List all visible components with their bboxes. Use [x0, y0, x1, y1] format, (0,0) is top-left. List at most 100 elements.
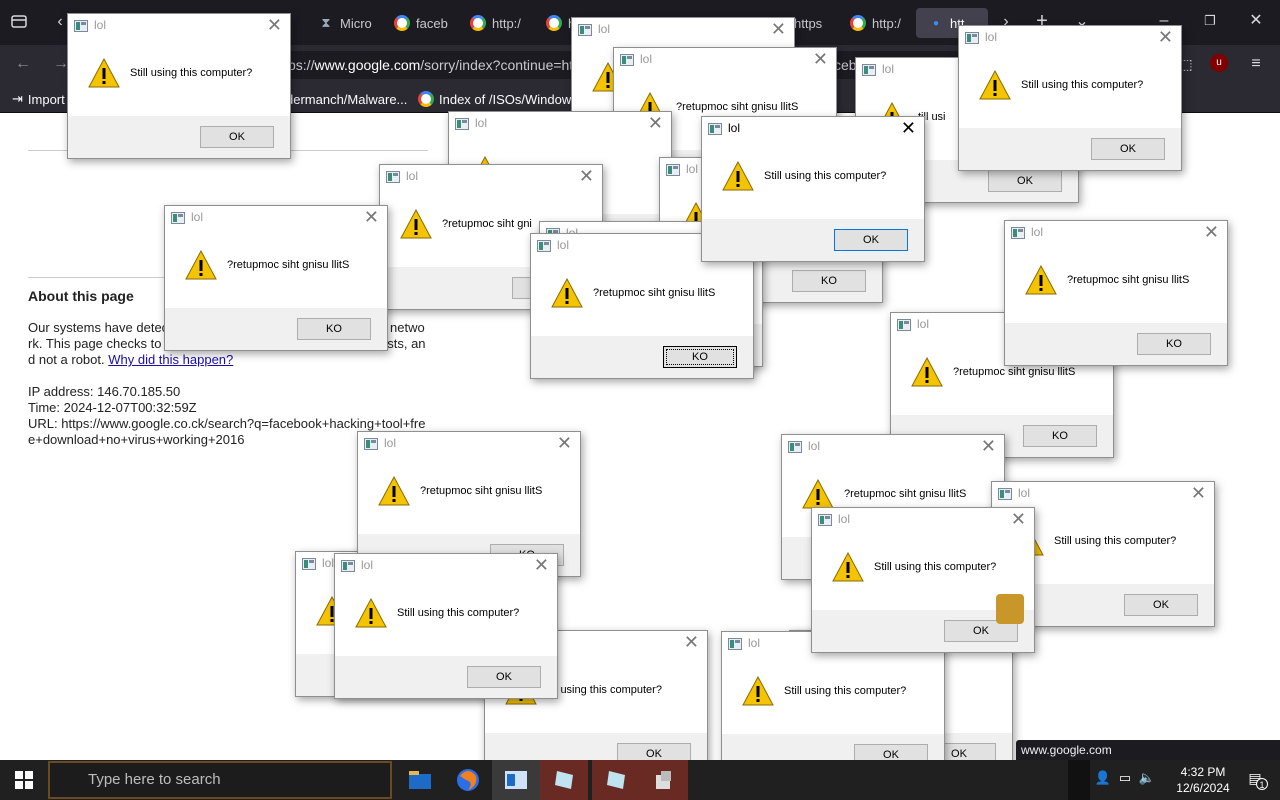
warning-icon — [1025, 264, 1057, 295]
dialog-titlebar[interactable]: lol ✕ — [380, 165, 602, 189]
warning-icon — [722, 160, 754, 191]
dialog-message: ?retupmoc siht gnisu llitS — [844, 488, 967, 500]
close-icon[interactable]: ✕ — [684, 632, 699, 652]
close-icon[interactable]: ✕ — [1191, 483, 1206, 503]
close-icon[interactable]: ✕ — [771, 19, 786, 39]
scroll-tabs-left-icon[interactable]: ‹ — [52, 11, 68, 33]
dialog-titlebar[interactable]: lol ✕ — [449, 112, 671, 136]
dialog-message: Still using this computer? — [874, 561, 997, 573]
close-icon[interactable]: ✕ — [267, 15, 282, 35]
app-icon — [537, 240, 551, 252]
dialog-titlebar[interactable]: lol ✕ — [165, 206, 387, 230]
ok-button[interactable]: KO — [792, 270, 866, 292]
app-icon — [788, 441, 802, 453]
body-line-1: Our systems have detec — [28, 320, 169, 335]
time-line: Time: 2024-12-07T00:32:59Z — [28, 400, 197, 415]
menu-icon[interactable]: ≡ — [1246, 53, 1266, 75]
close-icon[interactable]: ✕ — [1158, 27, 1173, 47]
ok-button[interactable]: OK — [200, 126, 274, 148]
ublock-icon[interactable]: u — [1210, 54, 1228, 72]
back-icon[interactable]: ← — [12, 53, 34, 75]
volume-icon[interactable]: 🔈 — [1138, 770, 1156, 788]
file-explorer-app[interactable] — [396, 760, 444, 800]
message-dialog[interactable]: lol ✕ ?retupmoc siht gnisu llitS KO — [164, 205, 388, 351]
close-icon[interactable]: ✕ — [557, 433, 572, 453]
tab-overview-icon[interactable] — [8, 12, 30, 37]
message-dialog[interactable]: lol✕ Still using this computer? OK — [958, 25, 1182, 171]
close-icon[interactable]: ✕ — [534, 555, 549, 575]
dialog-footer: OK — [68, 116, 290, 158]
dialog-message: ?retupmoc siht gnisu llitS — [420, 485, 543, 497]
dialog-titlebar[interactable]: lol ✕ — [335, 554, 557, 578]
close-icon[interactable]: ✕ — [813, 49, 828, 69]
close-icon[interactable]: ✕ — [579, 166, 594, 186]
bookmark-malware[interactable]: dermanch/Malware... — [286, 89, 407, 109]
dialog-titlebar[interactable]: lol ✕ — [702, 117, 924, 141]
loading-icon: ● — [932, 17, 940, 29]
close-icon[interactable]: ✕ — [648, 113, 663, 133]
message-dialog[interactable]: lol✕Still using this computer?OK — [811, 507, 1035, 653]
ok-button[interactable]: KO — [297, 318, 371, 340]
dialog-titlebar[interactable]: lol ✕ — [812, 508, 1034, 532]
message-dialog[interactable]: lol✕Still using this computer?OK — [334, 553, 558, 699]
message-dialog[interactable]: lol✕Still using this computer?OK — [67, 13, 291, 159]
app-window-active[interactable] — [492, 760, 540, 800]
show-desktop-icon[interactable] — [1068, 760, 1090, 800]
tab-http-2[interactable]: http:/ — [850, 8, 902, 38]
message-dialog[interactable]: lol✕Still using this computer?OK — [701, 116, 925, 262]
url-line-2: e+download+no+virus+working+2016 — [28, 432, 245, 447]
ok-button[interactable]: KO — [1023, 425, 1097, 447]
url-prefix: ps:// — [288, 57, 315, 73]
bookmark-isos[interactable]: Index of /ISOs/Windows — [418, 89, 578, 109]
script-app-1[interactable] — [540, 760, 588, 800]
dialog-title: lol — [882, 62, 895, 76]
close-icon[interactable]: ✕ — [901, 118, 916, 138]
app-icon — [1011, 227, 1025, 239]
dialog-titlebar[interactable]: lol ✕ — [614, 48, 836, 72]
dialog-message: Still using this computer? — [1021, 79, 1144, 91]
ok-button[interactable]: OK — [988, 170, 1062, 192]
close-icon[interactable]: ✕ — [981, 436, 996, 456]
script-app-3[interactable] — [640, 760, 688, 800]
tab-http-1[interactable]: http:/ — [470, 8, 522, 38]
notifications-icon[interactable]: ▤ 1 — [1246, 770, 1268, 790]
app-icon — [74, 20, 88, 32]
close-icon[interactable]: ✕ — [1011, 509, 1026, 529]
firefox-app[interactable] — [444, 760, 492, 800]
body-line-2: rk. This page checks to — [28, 336, 162, 351]
ok-button[interactable]: OK — [1124, 594, 1198, 616]
clock[interactable]: 4:32 PM 12/6/2024 — [1168, 764, 1238, 796]
dialog-message: till using this computer? — [547, 684, 662, 696]
close-icon[interactable]: ✕ — [1204, 222, 1219, 242]
ok-button[interactable]: OK — [467, 666, 541, 688]
ok-button[interactable]: KO — [1137, 333, 1211, 355]
ok-button[interactable]: KO — [663, 346, 737, 368]
app-icon — [171, 212, 185, 224]
dialog-titlebar[interactable]: lol ✕ — [68, 14, 290, 38]
script-app-2[interactable] — [592, 760, 640, 800]
network-icon[interactable]: ▭ — [1116, 770, 1134, 788]
tab-micro[interactable]: ⧗ Micro — [318, 8, 382, 38]
dialog-titlebar[interactable]: lol ✕ — [992, 482, 1214, 506]
message-dialog[interactable]: lol ✕ ?retupmoc siht gnisu llitS KO — [1004, 220, 1228, 366]
restore-icon[interactable]: ❐ — [1200, 10, 1220, 32]
dialog-titlebar[interactable]: lol ✕ — [1005, 221, 1227, 245]
close-window-icon[interactable]: ✕ — [1246, 10, 1266, 32]
close-icon[interactable]: ✕ — [364, 207, 379, 227]
dialog-titlebar[interactable]: lol ✕ — [782, 435, 1004, 459]
tab-h[interactable]: h — [546, 8, 574, 38]
dialog-titlebar[interactable]: lol ✕ — [572, 18, 794, 42]
dialog-titlebar[interactable]: lol ✕ — [959, 26, 1181, 50]
dialog-titlebar[interactable]: lol ✕ — [358, 432, 580, 456]
bookmark-import[interactable]: ⇥ Import — [12, 89, 65, 109]
taskbar-search[interactable]: Type here to search — [48, 761, 392, 799]
clock-date: 12/6/2024 — [1176, 781, 1230, 795]
tab-https[interactable]: https — [794, 8, 834, 38]
ok-button[interactable]: OK — [1091, 138, 1165, 160]
user-icon[interactable]: 👤 — [1094, 770, 1112, 788]
why-link[interactable]: Why did this happen? — [108, 352, 233, 367]
start-button[interactable] — [0, 760, 48, 800]
tab-facebook[interactable]: faceb — [394, 8, 448, 38]
app-icon — [578, 24, 592, 36]
ok-button[interactable]: OK — [834, 229, 908, 251]
